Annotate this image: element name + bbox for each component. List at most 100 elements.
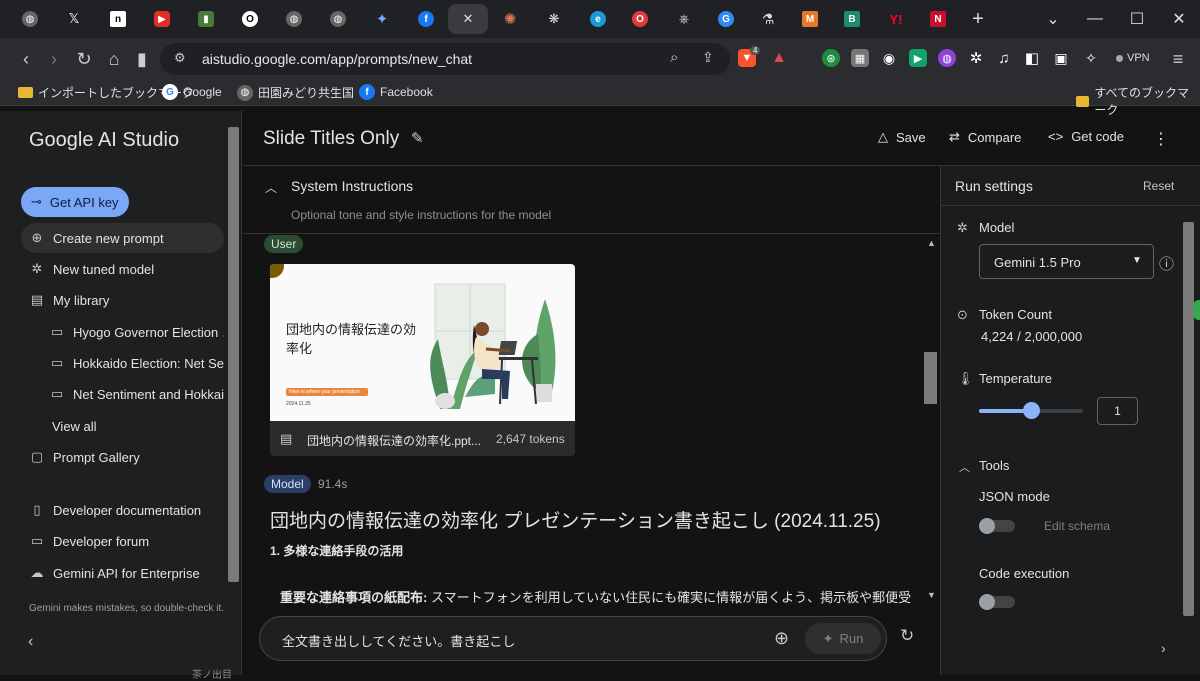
attachment-card[interactable]: 団地内の情報伝達の効率化 Here is where your presenta… bbox=[270, 264, 575, 456]
collapse-sidebar-button[interactable]: ‹ bbox=[28, 633, 33, 651]
tab-notion[interactable]: n bbox=[98, 4, 138, 34]
chevron-left-icon: ‹ bbox=[28, 633, 34, 650]
brave-rewards-icon[interactable]: ▲ bbox=[770, 49, 788, 67]
reset-button[interactable]: Reset bbox=[1143, 179, 1174, 193]
tab-globe-3[interactable]: ◍ bbox=[318, 4, 358, 34]
prompt-input-text[interactable]: 全文書き出ししてください。書き起こし bbox=[282, 631, 515, 650]
music-icon[interactable]: ♫ bbox=[995, 49, 1013, 67]
back-button[interactable]: ‹ bbox=[12, 46, 40, 72]
tab-openai[interactable]: O bbox=[230, 4, 270, 34]
system-instructions-placeholder[interactable]: Optional tone and style instructions for… bbox=[291, 208, 551, 222]
sidebar-scrollbar[interactable] bbox=[228, 127, 239, 582]
tab-bottle[interactable]: ▮ bbox=[186, 4, 226, 34]
address-bar[interactable]: ⚙ aistudio.google.com/app/prompts/new_ch… bbox=[160, 43, 730, 75]
sidebar-item-view-all[interactable]: View all bbox=[21, 411, 224, 441]
sidebar-item-create-prompt[interactable]: ⊕ Create new prompt bbox=[21, 223, 224, 253]
json-mode-toggle[interactable] bbox=[979, 518, 1015, 534]
page-title[interactable]: Slide Titles Only bbox=[263, 128, 399, 150]
video-extension-icon[interactable]: ▶ bbox=[909, 49, 927, 67]
tab-gemini[interactable]: ✦ bbox=[362, 4, 402, 34]
compare-button[interactable]: ⇄ Compare bbox=[949, 129, 1021, 145]
sidebar-item-prompt-1[interactable]: ▭ Hyogo Governor Election ... bbox=[21, 317, 224, 347]
qr-code-icon[interactable]: ▦ bbox=[851, 49, 869, 67]
bookmark-facebook[interactable]: f Facebook bbox=[359, 84, 433, 100]
site-settings-icon[interactable]: ⚙ bbox=[174, 50, 186, 66]
tab-x[interactable]: 𝕏 bbox=[54, 4, 94, 34]
close-icon[interactable]: ✕ bbox=[463, 11, 474, 27]
tab-active-close[interactable]: ✕ bbox=[448, 4, 488, 34]
settings-scrollbar[interactable] bbox=[1183, 222, 1194, 616]
get-code-button[interactable]: <> Get code bbox=[1048, 129, 1124, 144]
edit-title-icon[interactable]: ✎ bbox=[411, 129, 424, 147]
sidebar-item-tuned-model[interactable]: ✲ New tuned model bbox=[21, 254, 224, 284]
window-close-button[interactable]: ✕ bbox=[1158, 0, 1200, 38]
forward-button[interactable]: › bbox=[40, 46, 68, 72]
sidebar-item-library[interactable]: ▤ My library bbox=[21, 285, 224, 315]
browser-menu-button[interactable]: ≡ bbox=[1164, 46, 1192, 72]
tab-yahoo[interactable]: Y! bbox=[876, 4, 916, 34]
bookmark-denen[interactable]: ◍ 田園みどり共生国 bbox=[237, 84, 354, 101]
sidebar-item-docs[interactable]: ▯ Developer documentation bbox=[21, 495, 224, 525]
temperature-slider-knob[interactable] bbox=[1023, 402, 1040, 419]
tab-news[interactable]: N bbox=[918, 4, 958, 34]
tab-edge[interactable]: e bbox=[578, 4, 618, 34]
chat-scrollbar[interactable] bbox=[924, 352, 937, 404]
tab-globe[interactable]: ◍ bbox=[10, 4, 50, 34]
sidebar-item-forum[interactable]: ▭ Developer forum bbox=[21, 526, 224, 556]
extension-green-icon[interactable]: ⊛ bbox=[822, 49, 840, 67]
wallet-icon[interactable]: ▣ bbox=[1052, 49, 1070, 67]
bookmark-google[interactable]: G Google bbox=[162, 84, 222, 100]
reload-button[interactable]: ↻ bbox=[70, 46, 98, 72]
run-button[interactable]: ✦ Run bbox=[805, 623, 881, 654]
home-button[interactable]: ⌂ bbox=[100, 46, 128, 72]
rerun-button[interactable]: ↻ bbox=[900, 626, 914, 646]
tab-labs[interactable]: ⚗ bbox=[748, 4, 788, 34]
info-icon[interactable]: ⓘ bbox=[1159, 253, 1174, 274]
tab-chatgpt[interactable]: ⎈ bbox=[664, 4, 704, 34]
tab-claude[interactable]: ✺ bbox=[490, 4, 530, 34]
sidebar-item-prompt-2[interactable]: ▭ Hokkaido Election: Net Se... bbox=[21, 348, 224, 378]
sidebar-item-label: Hyogo Governor Election ... bbox=[73, 324, 224, 340]
more-options-button[interactable]: ⋮ bbox=[1153, 129, 1169, 149]
bookmark-button[interactable]: ▮ bbox=[128, 46, 156, 72]
share-icon[interactable]: ⇪ bbox=[702, 49, 714, 66]
new-tab-button[interactable]: + bbox=[958, 4, 998, 34]
sidebar-item-prompt-3[interactable]: ▭ Net Sentiment and Hokkai... bbox=[21, 379, 224, 409]
prompt-input[interactable]: 全文書き出ししてください。書き起こし ⊕ ✦ Run bbox=[259, 616, 887, 661]
tab-g[interactable]: G bbox=[706, 4, 746, 34]
chevron-up-icon[interactable]: ︿ bbox=[959, 459, 970, 475]
tab-facebook[interactable]: f bbox=[406, 4, 446, 34]
camera-icon[interactable]: ◉ bbox=[880, 49, 898, 67]
tab-globe-2[interactable]: ◍ bbox=[274, 4, 314, 34]
sidebar-item-enterprise[interactable]: ☁ Gemini API for Enterprise bbox=[21, 558, 224, 588]
puzzle-icon[interactable]: ✲ bbox=[967, 49, 985, 67]
tab-search-button[interactable]: ⌄ bbox=[1032, 0, 1074, 38]
save-button[interactable]: △ Save bbox=[878, 129, 926, 145]
tab-perplexity[interactable]: ❋ bbox=[534, 4, 574, 34]
leo-ai-icon[interactable]: ✧ bbox=[1082, 49, 1100, 67]
vpn-button[interactable]: VPN bbox=[1110, 48, 1156, 68]
chevron-right-icon[interactable]: › bbox=[1161, 640, 1166, 656]
get-api-key-button[interactable]: ⊸ Get API key bbox=[21, 187, 129, 217]
code-execution-toggle[interactable] bbox=[979, 594, 1015, 610]
system-instructions[interactable]: ︿ System Instructions Optional tone and … bbox=[243, 166, 940, 234]
chevron-up-icon[interactable]: ︿ bbox=[265, 179, 277, 196]
tab-youtube[interactable]: ▶ bbox=[142, 4, 182, 34]
floating-extension-handle[interactable] bbox=[1193, 300, 1200, 320]
minimize-button[interactable]: — bbox=[1074, 0, 1116, 38]
sidebar-item-prompt-gallery[interactable]: ▢ Prompt Gallery bbox=[21, 442, 224, 472]
tab-orange[interactable]: M bbox=[790, 4, 830, 34]
sidebar-toggle-icon[interactable]: ◧ bbox=[1023, 49, 1041, 67]
add-media-button[interactable]: ⊕ bbox=[774, 628, 789, 649]
model-select[interactable]: Gemini 1.5 Pro ▼ bbox=[979, 244, 1154, 279]
tab-book[interactable]: B bbox=[832, 4, 872, 34]
edit-schema-button[interactable]: Edit schema bbox=[1044, 519, 1110, 533]
chat-extension-icon[interactable]: ◍ bbox=[938, 49, 956, 67]
tab-opera[interactable]: O bbox=[620, 4, 660, 34]
zoom-icon[interactable]: ⌕ bbox=[670, 49, 678, 66]
temperature-input[interactable]: 1 bbox=[1097, 397, 1138, 425]
maximize-button[interactable]: ☐ bbox=[1116, 0, 1158, 38]
scroll-down-arrow[interactable]: ▼ bbox=[927, 590, 936, 600]
scroll-up-arrow[interactable]: ▲ bbox=[927, 238, 936, 248]
temperature-slider[interactable] bbox=[979, 402, 1083, 419]
